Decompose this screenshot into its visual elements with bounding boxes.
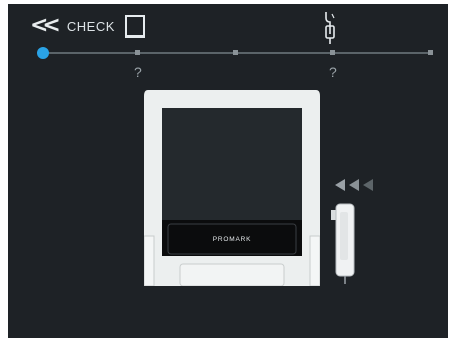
- back-button[interactable]: << CHECK: [30, 15, 115, 37]
- progress-current-dot: [37, 47, 49, 59]
- device-illustration: PROMARK: [143, 90, 321, 287]
- power-plug-cable-icon: [325, 12, 335, 44]
- step-status: ?: [134, 64, 142, 80]
- power-plug-icon: [331, 203, 355, 284]
- triple-arrow-left-icon: [335, 179, 373, 191]
- tablet-display-icon: [125, 15, 145, 38]
- progress-step-marker: [233, 50, 238, 55]
- step-status: ?: [329, 64, 337, 80]
- progress-step-marker: [330, 50, 335, 55]
- device-brand-label: PROMARK: [212, 236, 252, 243]
- progress-step-marker: [135, 50, 140, 55]
- app-screen: << CHECK ? ? PROMARK: [8, 4, 448, 338]
- double-chevron-left-icon: <<: [30, 13, 61, 38]
- back-label: CHECK: [66, 18, 115, 34]
- progress-step-marker: [428, 50, 433, 55]
